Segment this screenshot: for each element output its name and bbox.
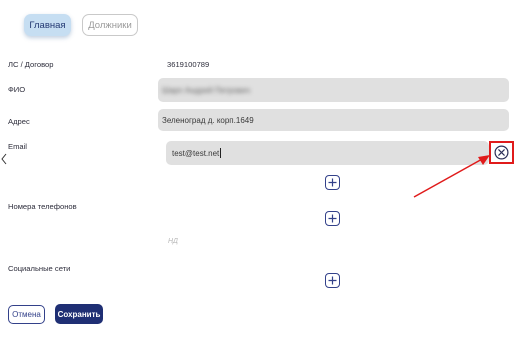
fio-value: Шарп Андрей Петрович	[162, 85, 251, 95]
contract-value: 3619100789	[167, 60, 210, 69]
address-field[interactable]: Зеленоград д. корп.1649	[158, 109, 509, 131]
add-social-button[interactable]	[325, 273, 340, 288]
plus-icon	[328, 276, 337, 285]
address-value: Зеленоград д. корп.1649	[162, 115, 254, 125]
plus-icon	[328, 178, 337, 187]
email-label: Email	[8, 142, 27, 151]
close-circle-icon	[494, 145, 509, 160]
add-phone-button[interactable]	[325, 211, 340, 226]
cancel-label: Отмена	[12, 310, 41, 319]
tab-main-label: Главная	[29, 19, 66, 31]
add-email-button[interactable]	[325, 175, 340, 190]
email-value: test@test.net	[172, 148, 220, 158]
address-label: Адрес	[8, 117, 30, 126]
tab-debtors-label: Должники	[88, 19, 132, 31]
fio-field[interactable]: Шарп Андрей Петрович	[158, 78, 509, 102]
contract-label: ЛС / Договор	[8, 60, 54, 69]
back-chevron-icon[interactable]	[0, 152, 8, 166]
tab-debtors[interactable]: Должники	[82, 14, 138, 36]
text-cursor	[220, 148, 222, 158]
fio-label: ФИО	[8, 85, 26, 94]
tab-main[interactable]: Главная	[24, 14, 71, 36]
cancel-button[interactable]: Отмена	[8, 305, 45, 324]
social-label: Социальные сети	[8, 264, 71, 273]
phones-placeholder: НД	[168, 238, 178, 245]
phones-label: Номера телефонов	[8, 202, 77, 211]
plus-icon	[328, 214, 337, 223]
annotation-arrow	[413, 155, 490, 198]
save-button[interactable]: Сохранить	[55, 304, 103, 324]
save-label: Сохранить	[57, 309, 101, 319]
